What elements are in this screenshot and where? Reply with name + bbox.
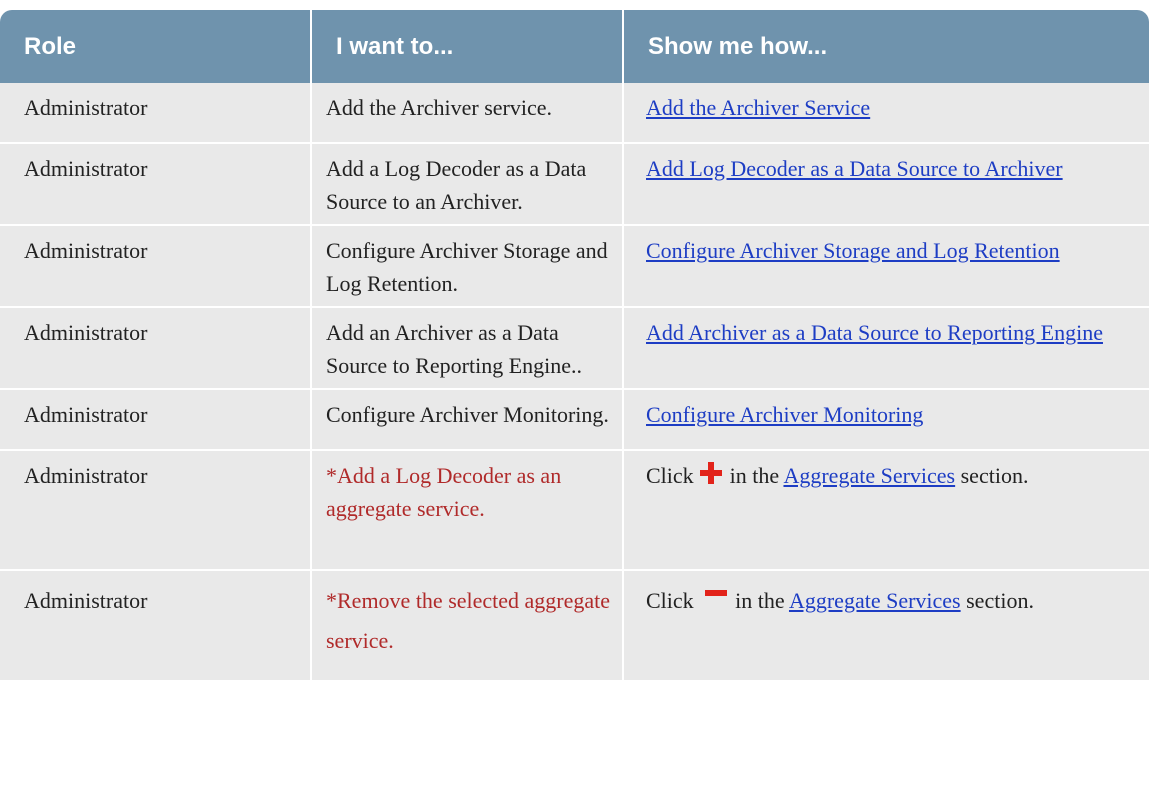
role-cell: Administrator <box>0 451 312 571</box>
how-prefix: Click <box>646 588 694 613</box>
how-cell: Configure Archiver Storage and Log Reten… <box>624 226 1149 308</box>
task-cell: Configure Archiver Monitoring. <box>312 390 624 451</box>
how-cell: Configure Archiver Monitoring <box>624 390 1149 451</box>
how-suffix: section. <box>966 588 1034 613</box>
role-cell: Administrator <box>0 308 312 390</box>
how-cell: Click in the Aggregate Services section. <box>624 451 1149 571</box>
table-row: Administrator Add the Archiver service. … <box>0 83 1149 144</box>
header-role: Role <box>0 10 312 83</box>
how-link[interactable]: Add Log Decoder as a Data Source to Arch… <box>646 156 1063 181</box>
task-cell: *Remove the selected aggregate service. <box>312 571 624 682</box>
how-middle: in the <box>735 588 785 613</box>
table-row: Administrator *Remove the selected aggre… <box>0 571 1149 682</box>
task-cell: Add a Log Decoder as a Data Source to an… <box>312 144 624 226</box>
how-cell: Add Archiver as a Data Source to Reporti… <box>624 308 1149 390</box>
how-cell: Add the Archiver Service <box>624 83 1149 144</box>
role-cell: Administrator <box>0 390 312 451</box>
how-to-table: Role I want to... Show me how... Adminis… <box>0 10 1149 682</box>
how-link[interactable]: Add Archiver as a Data Source to Reporti… <box>646 320 1103 345</box>
table-row: Administrator Add a Log Decoder as a Dat… <box>0 144 1149 226</box>
role-cell: Administrator <box>0 571 312 682</box>
aggregate-services-link[interactable]: Aggregate Services <box>789 588 961 613</box>
task-cell: Configure Archiver Storage and Log Reten… <box>312 226 624 308</box>
how-suffix: section. <box>960 463 1029 488</box>
aggregate-services-link[interactable]: Aggregate Services <box>783 463 955 488</box>
table-row: Administrator Configure Archiver Storage… <box>0 226 1149 308</box>
task-cell: Add an Archiver as a Data Source to Repo… <box>312 308 624 390</box>
task-cell: *Add a Log Decoder as an aggregate servi… <box>312 451 624 571</box>
table-row: Administrator Configure Archiver Monitor… <box>0 390 1149 451</box>
table-row: Administrator Add an Archiver as a Data … <box>0 308 1149 390</box>
role-cell: Administrator <box>0 144 312 226</box>
table-header-row: Role I want to... Show me how... <box>0 10 1149 83</box>
how-link[interactable]: Add the Archiver Service <box>646 95 870 120</box>
minus-icon <box>705 587 728 609</box>
table-row: Administrator *Add a Log Decoder as an a… <box>0 451 1149 571</box>
header-i-want-to: I want to... <box>312 10 624 83</box>
how-cell: Add Log Decoder as a Data Source to Arch… <box>624 144 1149 226</box>
how-middle: in the <box>729 463 780 488</box>
role-cell: Administrator <box>0 226 312 308</box>
header-show-me-how: Show me how... <box>624 10 1149 83</box>
how-link[interactable]: Configure Archiver Storage and Log Reten… <box>646 238 1060 263</box>
how-cell: Click in the Aggregate Services section. <box>624 571 1149 682</box>
role-cell: Administrator <box>0 83 312 144</box>
how-link[interactable]: Configure Archiver Monitoring <box>646 402 923 427</box>
plus-icon <box>699 462 722 484</box>
how-prefix: Click <box>646 463 694 488</box>
task-cell: Add the Archiver service. <box>312 83 624 144</box>
